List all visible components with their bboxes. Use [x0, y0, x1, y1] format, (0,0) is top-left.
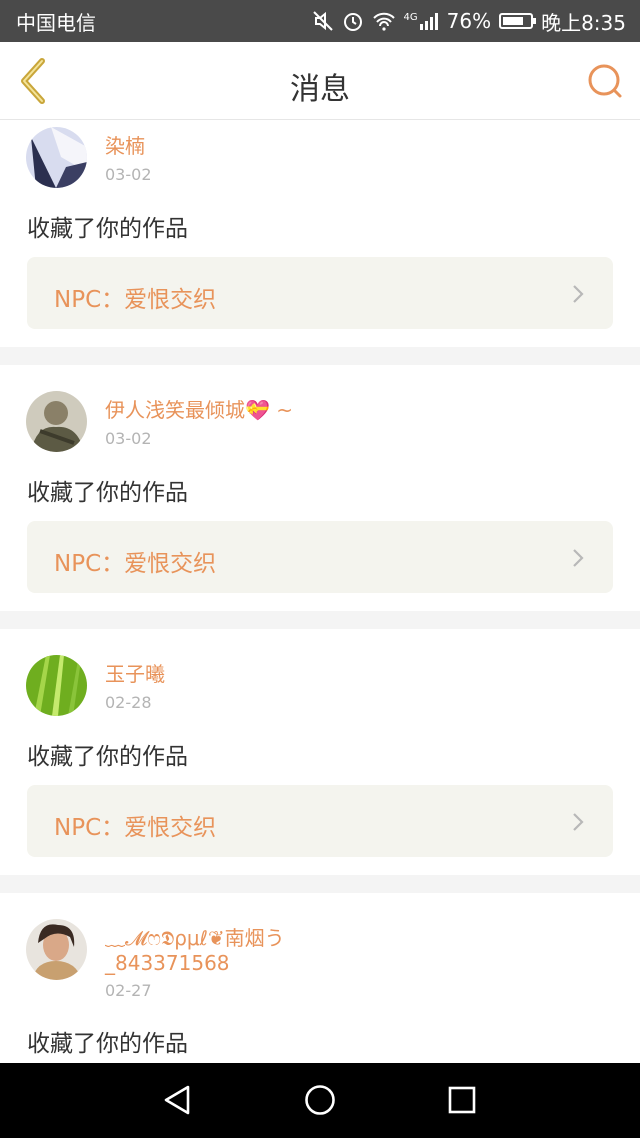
work-link[interactable]: NPC：爱恨交织: [27, 257, 613, 329]
search-button[interactable]: [586, 62, 624, 100]
nav-home-icon[interactable]: [303, 1083, 337, 1117]
clock: 晚上8:35: [541, 10, 626, 35]
alarm-icon: [342, 10, 364, 32]
avatar[interactable]: [26, 391, 87, 452]
divider: [0, 611, 640, 629]
message-date: 03-02: [105, 165, 152, 184]
chevron-right-icon: [573, 549, 584, 567]
search-icon: [588, 64, 622, 98]
chevron-right-icon: [573, 285, 584, 303]
avatar[interactable]: [26, 655, 87, 716]
message-date: 02-28: [105, 693, 152, 712]
battery-icon: [499, 13, 537, 29]
avatar[interactable]: [26, 127, 87, 188]
username[interactable]: 伊人浅笑最倾城💝 ~: [105, 398, 293, 423]
message-item: 玉子曦 02-28 收藏了你的作品 NPC：爱恨交织: [0, 629, 640, 875]
action-text: 收藏了你的作品: [27, 1031, 188, 1057]
header: 消息: [0, 42, 640, 120]
status-bar: 中国电信 4G 76% 晚上8:35: [0, 0, 640, 42]
username[interactable]: 玉子曦: [105, 662, 165, 687]
divider: [0, 347, 640, 365]
action-text: 收藏了你的作品: [27, 744, 188, 770]
action-text: 收藏了你的作品: [27, 480, 188, 506]
divider: [0, 875, 640, 893]
message-list[interactable]: 染楠 03-02 收藏了你的作品 NPC：爱恨交织 伊人浅笑最倾城💝 ~ 03-…: [0, 121, 640, 1063]
wifi-icon: [372, 11, 396, 31]
system-nav-bar: [0, 1063, 640, 1138]
chevron-right-icon: [573, 813, 584, 831]
signal-icon: 4G: [404, 12, 439, 30]
page-title: 消息: [290, 72, 350, 107]
action-text: 收藏了你的作品: [27, 216, 188, 242]
username[interactable]: 染楠: [105, 134, 145, 159]
battery-percent: 76%: [446, 9, 492, 33]
work-title: NPC：爱恨交织: [54, 815, 217, 841]
message-item: 伊人浅笑最倾城💝 ~ 03-02 收藏了你的作品 NPC：爱恨交织: [0, 365, 640, 611]
message-item: 染楠 03-02 收藏了你的作品 NPC：爱恨交织: [0, 121, 640, 347]
nav-recents-icon[interactable]: [445, 1083, 479, 1117]
carrier-label: 中国电信: [16, 10, 96, 35]
username-line2: _843371568: [105, 951, 230, 975]
nav-back-icon[interactable]: [160, 1083, 194, 1117]
username-line1: ﹏𝓜ෆ𝕯ρμℓ❦南烟う: [105, 926, 285, 950]
work-title: NPC：爱恨交织: [54, 551, 217, 577]
message-item: ﹏𝓜ෆ𝕯ρμℓ❦南烟う _843371568 02-27 收藏了你的作品: [0, 893, 640, 1063]
username[interactable]: ﹏𝓜ෆ𝕯ρμℓ❦南烟う _843371568: [105, 926, 285, 976]
work-link[interactable]: NPC：爱恨交织: [27, 521, 613, 593]
avatar[interactable]: [26, 919, 87, 980]
status-icons: 4G 76% 晚上8:35: [312, 7, 626, 36]
work-title: NPC：爱恨交织: [54, 287, 217, 313]
network-type-label: 4G: [403, 12, 418, 23]
mute-icon: [312, 10, 334, 32]
message-date: 03-02: [105, 429, 152, 448]
work-link[interactable]: NPC：爱恨交织: [27, 785, 613, 857]
battery-fill: [503, 17, 523, 25]
message-date: 02-27: [105, 981, 152, 1000]
